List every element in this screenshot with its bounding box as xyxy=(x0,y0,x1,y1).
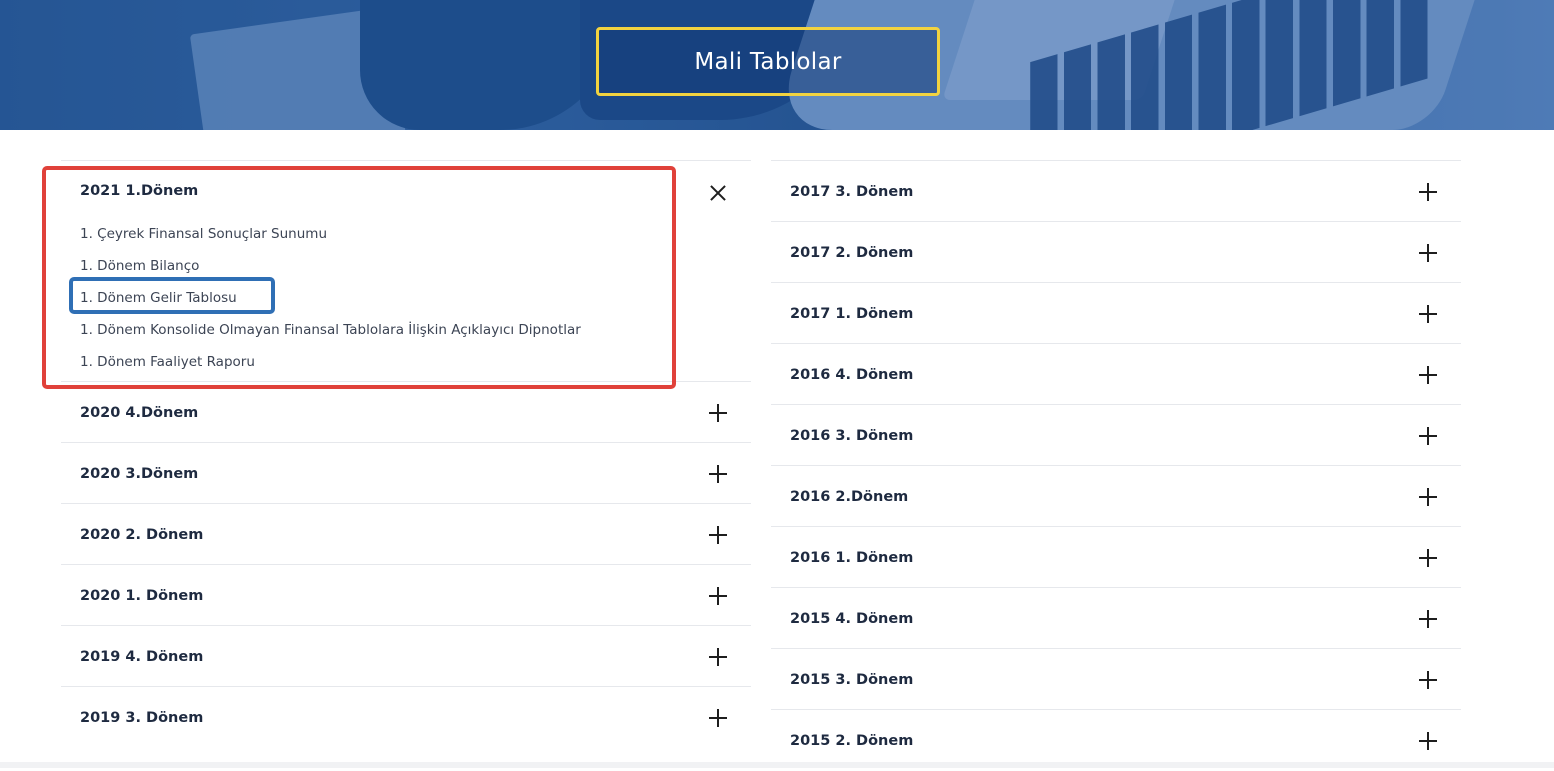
accordion-item-title[interactable]: 2019 3. Dönem xyxy=(80,687,203,748)
report-link-gelir-tablosu[interactable]: 1. Dönem Gelir Tablosu xyxy=(80,282,581,314)
accordion-right-column: 2017 3. Dönem 2017 2. Dönem 2017 1. Döne… xyxy=(771,160,1461,770)
page-title-box: Mali Tablolar xyxy=(596,27,940,96)
accordion-item-title[interactable]: 2015 4. Dönem xyxy=(790,588,913,649)
accordion-item[interactable]: 2016 1. Dönem xyxy=(771,526,1461,587)
accordion-item-title[interactable]: 2015 3. Dönem xyxy=(790,649,913,710)
accordion-item[interactable]: 2017 1. Dönem xyxy=(771,282,1461,343)
accordion-item[interactable]: 2016 3. Dönem xyxy=(771,404,1461,465)
plus-icon[interactable] xyxy=(709,587,727,605)
accordion-item-title[interactable]: 2016 3. Dönem xyxy=(790,405,913,466)
accordion-sublist: 1. Çeyrek Finansal Sonuçlar Sunumu 1. Dö… xyxy=(80,218,581,378)
accordion-item-title[interactable]: 2021 1.Dönem xyxy=(80,161,198,221)
report-link-bilanco[interactable]: 1. Dönem Bilanço xyxy=(80,250,581,282)
accordion-item-title[interactable]: 2019 4. Dönem xyxy=(80,626,203,687)
plus-icon[interactable] xyxy=(1419,305,1437,323)
accordion-item[interactable]: 2016 4. Dönem xyxy=(771,343,1461,404)
report-link-sunum[interactable]: 1. Çeyrek Finansal Sonuçlar Sunumu xyxy=(80,218,581,250)
accordion-item[interactable]: 2015 3. Dönem xyxy=(771,648,1461,709)
accordion-item-title[interactable]: 2017 3. Dönem xyxy=(790,161,913,222)
accordion-left-column: 2021 1.Dönem 1. Çeyrek Finansal Sonuçlar… xyxy=(61,160,751,747)
page-title: Mali Tablolar xyxy=(694,48,842,75)
plus-icon[interactable] xyxy=(709,465,727,483)
accordion-item-2021-1: 2021 1.Dönem 1. Çeyrek Finansal Sonuçlar… xyxy=(61,160,751,381)
accordion-item-title[interactable]: 2017 1. Dönem xyxy=(790,283,913,344)
plus-icon[interactable] xyxy=(1419,427,1437,445)
plus-icon[interactable] xyxy=(709,648,727,666)
plus-icon[interactable] xyxy=(1419,671,1437,689)
accordion-item[interactable]: 2019 4. Dönem xyxy=(61,625,751,686)
accordion-item[interactable]: 2017 3. Dönem xyxy=(771,160,1461,221)
accordion-item-title[interactable]: 2016 1. Dönem xyxy=(790,527,913,588)
report-link-dipnotlar[interactable]: 1. Dönem Konsolide Olmayan Finansal Tabl… xyxy=(80,314,581,346)
accordion-item-title[interactable]: 2016 4. Dönem xyxy=(790,344,913,405)
plus-icon[interactable] xyxy=(1419,732,1437,750)
close-icon[interactable] xyxy=(709,184,727,202)
accordion-item-title[interactable]: 2020 2. Dönem xyxy=(80,504,203,565)
accordion-item[interactable]: 2020 2. Dönem xyxy=(61,503,751,564)
plus-icon[interactable] xyxy=(709,526,727,544)
accordion-item-title[interactable]: 2020 1. Dönem xyxy=(80,565,203,626)
accordion-item[interactable]: 2020 3.Dönem xyxy=(61,442,751,503)
accordion-item[interactable]: 2015 2. Dönem xyxy=(771,709,1461,770)
plus-icon[interactable] xyxy=(709,709,727,727)
report-link-faaliyet-raporu[interactable]: 1. Dönem Faaliyet Raporu xyxy=(80,346,581,378)
accordion-item[interactable]: 2020 4.Dönem xyxy=(61,381,751,442)
accordion-item[interactable]: 2016 2.Dönem xyxy=(771,465,1461,526)
accordion-item[interactable]: 2015 4. Dönem xyxy=(771,587,1461,648)
plus-icon[interactable] xyxy=(1419,244,1437,262)
accordion-item[interactable]: 2019 3. Dönem xyxy=(61,686,751,747)
accordion-item-title[interactable]: 2017 2. Dönem xyxy=(790,222,913,283)
accordion-item[interactable]: 2020 1. Dönem xyxy=(61,564,751,625)
plus-icon[interactable] xyxy=(1419,610,1437,628)
accordion-item-title[interactable]: 2020 4.Dönem xyxy=(80,382,198,443)
plus-icon[interactable] xyxy=(1419,549,1437,567)
accordion-item-title[interactable]: 2020 3.Dönem xyxy=(80,443,198,504)
plus-icon[interactable] xyxy=(1419,366,1437,384)
accordion-item-title[interactable]: 2016 2.Dönem xyxy=(790,466,908,527)
accordion-item[interactable]: 2017 2. Dönem xyxy=(771,221,1461,282)
bottom-divider xyxy=(0,762,1554,768)
plus-icon[interactable] xyxy=(1419,488,1437,506)
plus-icon[interactable] xyxy=(709,404,727,422)
plus-icon[interactable] xyxy=(1419,183,1437,201)
